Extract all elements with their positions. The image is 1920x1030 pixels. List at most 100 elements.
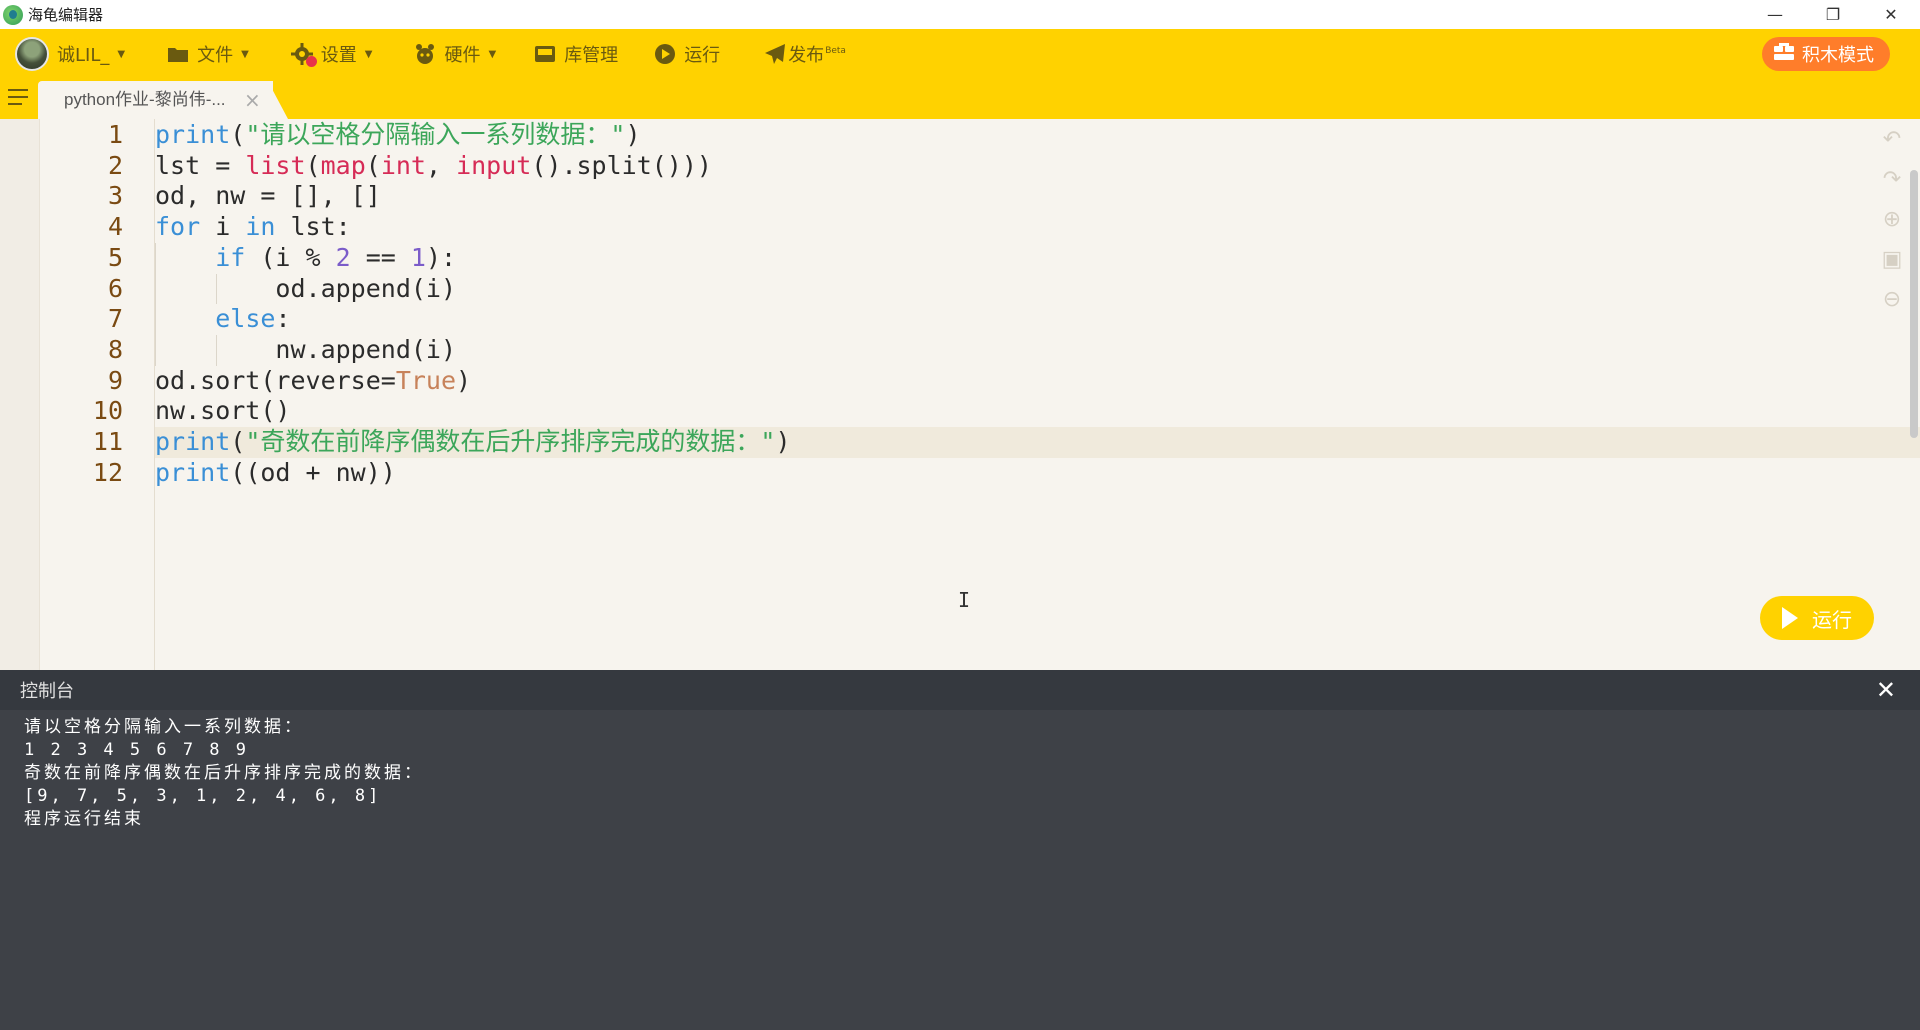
minimize-button[interactable]: — — [1746, 0, 1804, 29]
window-controls: — ❐ ✕ — [1746, 0, 1920, 29]
tab-close-icon[interactable]: × — [244, 81, 261, 119]
run-toolbar-button[interactable]: 运行 — [654, 29, 720, 79]
code-token: : — [275, 304, 291, 334]
code-line[interactable]: print("请以空格分隔输入一系列数据：") — [155, 120, 641, 151]
paper-plane-icon — [764, 43, 786, 65]
code-line[interactable]: if (i % 2 == 1): — [155, 243, 456, 274]
code-token: ( — [305, 150, 321, 180]
code-token: "请以空格分隔输入一系列数据：" — [245, 120, 626, 149]
code-line[interactable]: print((od + nw)) — [155, 458, 396, 489]
publish-button[interactable]: 发布 Beta — [764, 29, 846, 79]
inbox-icon — [534, 43, 556, 65]
publish-label: 发布 — [788, 45, 825, 66]
chevron-down-icon: ▼ — [364, 48, 373, 60]
line-number: 2 — [107, 150, 123, 180]
settings-menu[interactable]: 设置 ▼ — [290, 29, 373, 79]
run-button[interactable]: 运行 — [1760, 596, 1874, 640]
console-line: 奇数在前降序偶数在后升序排序完成的数据： — [24, 763, 424, 783]
code-token: od, nw = [], [] — [155, 181, 381, 211]
play-circle-icon — [654, 43, 676, 65]
code-line[interactable]: nw.append(i) — [155, 335, 456, 366]
console-close-icon[interactable]: ✕ — [1876, 676, 1896, 704]
user-name: 诚LIL_ — [57, 45, 110, 66]
code-token: input — [456, 150, 532, 180]
beta-badge: Beta — [825, 46, 846, 56]
code-token: if — [215, 242, 246, 272]
code-token: True — [395, 365, 457, 395]
restore-button[interactable]: ❐ — [1804, 0, 1862, 29]
title-bar: 海龟编辑器 — ❐ ✕ — [0, 0, 1920, 29]
code-token: nw.append(i) — [155, 334, 457, 364]
hardware-bot-icon — [414, 43, 436, 65]
library-manager-button[interactable]: 库管理 — [534, 29, 618, 79]
line-number: 11 — [92, 427, 123, 456]
zoom-out-icon[interactable]: ⊖ — [1880, 288, 1904, 312]
code-line[interactable]: nw.sort() — [155, 396, 290, 427]
code-line[interactable]: od.sort(reverse=True) — [155, 366, 471, 397]
hardware-menu-label: 硬件 — [444, 45, 481, 66]
font-size-reset-icon[interactable]: ▣ — [1880, 248, 1904, 272]
code-token: ) — [775, 427, 791, 456]
close-button[interactable]: ✕ — [1862, 0, 1920, 29]
code-token: lst = — [155, 150, 246, 180]
blocks-icon — [1774, 42, 1794, 66]
file-menu-label: 文件 — [197, 45, 234, 66]
code-token: ( — [230, 427, 246, 456]
code-editor[interactable]: 1 2 3 4 5 6 7 8 9 10 11 12 print("请以空格分隔输入一系列数据：") l… — [0, 119, 1920, 670]
blocks-mode-label: 积木模式 — [1802, 45, 1874, 66]
code-token: int — [380, 150, 426, 180]
code-token: 1 — [410, 242, 426, 272]
code-token: in — [245, 212, 276, 242]
tab-label: python作业-黎尚伟-... — [64, 90, 226, 109]
console-line: [9, 7, 5, 3, 1, 2, 4, 6, 8] — [24, 786, 382, 806]
line-number: 12 — [92, 457, 123, 487]
code-token: else — [215, 304, 276, 334]
code-line[interactable]: od, nw = [], [] — [155, 181, 381, 212]
tab-bar — [0, 79, 1920, 119]
code-token: ( — [365, 150, 381, 180]
console-output: 请以空格分隔输入一系列数据： 1 2 3 4 5 6 7 8 9 奇数在前降序偶数在… — [0, 710, 1920, 1030]
code-line[interactable]: print("奇数在前降序偶数在后升序排序完成的数据：") — [155, 427, 791, 458]
user-menu[interactable]: 诚LIL_ ▼ — [0, 29, 125, 79]
editor-side-strip — [0, 119, 40, 670]
indent-guide — [216, 273, 217, 305]
run-button-label: 运行 — [1812, 607, 1852, 632]
code-token: od.sort(reverse= — [155, 365, 396, 395]
folder-icon — [167, 43, 189, 65]
blocks-mode-button[interactable]: 积木模式 — [1762, 37, 1890, 71]
code-token: lst: — [275, 212, 351, 242]
code-token: == — [350, 242, 411, 272]
code-area[interactable]: print("请以空格分隔输入一系列数据：") lst = list(map(in… — [155, 119, 1920, 670]
code-line[interactable]: lst = list(map(int, input().split())) — [155, 151, 712, 182]
library-manager-label: 库管理 — [564, 45, 619, 66]
file-menu[interactable]: 文件 ▼ — [167, 29, 249, 79]
hardware-menu[interactable]: 硬件 ▼ — [414, 29, 496, 79]
code-token: print — [155, 120, 231, 149]
zoom-in-icon[interactable]: ⊕ — [1880, 208, 1904, 232]
line-number: 1 — [107, 120, 123, 149]
code-token: ) — [456, 365, 472, 395]
code-line[interactable]: for i in lst: — [155, 212, 351, 243]
code-line[interactable]: else: — [155, 304, 291, 335]
code-token: , — [425, 150, 457, 180]
code-token: print — [155, 457, 231, 487]
hamburger-menu-icon[interactable] — [8, 89, 28, 109]
code-token: ): — [425, 242, 457, 272]
app-title: 海龟编辑器 — [28, 6, 104, 24]
main-toolbar: 诚LIL_ ▼ 文件 ▼ 设置 ▼ 硬件 ▼ 库管理 运行 发布 Beta 积木… — [0, 29, 1920, 79]
code-token: for — [155, 212, 201, 242]
editor-scrollbar[interactable] — [1910, 170, 1918, 438]
code-token: ((od + nw)) — [230, 457, 396, 487]
code-token: od.append(i) — [155, 273, 457, 303]
code-token: print — [155, 427, 231, 456]
redo-icon[interactable]: ↷ — [1880, 168, 1904, 192]
play-icon — [1782, 607, 1798, 629]
line-number-gutter: 1 2 3 4 5 6 7 8 9 10 11 12 — [40, 119, 155, 670]
undo-icon[interactable]: ↶ — [1880, 128, 1904, 152]
indent-guide — [216, 334, 217, 366]
code-token: list — [245, 150, 306, 180]
chevron-down-icon: ▼ — [488, 48, 497, 60]
code-line[interactable]: od.append(i) — [155, 274, 456, 305]
